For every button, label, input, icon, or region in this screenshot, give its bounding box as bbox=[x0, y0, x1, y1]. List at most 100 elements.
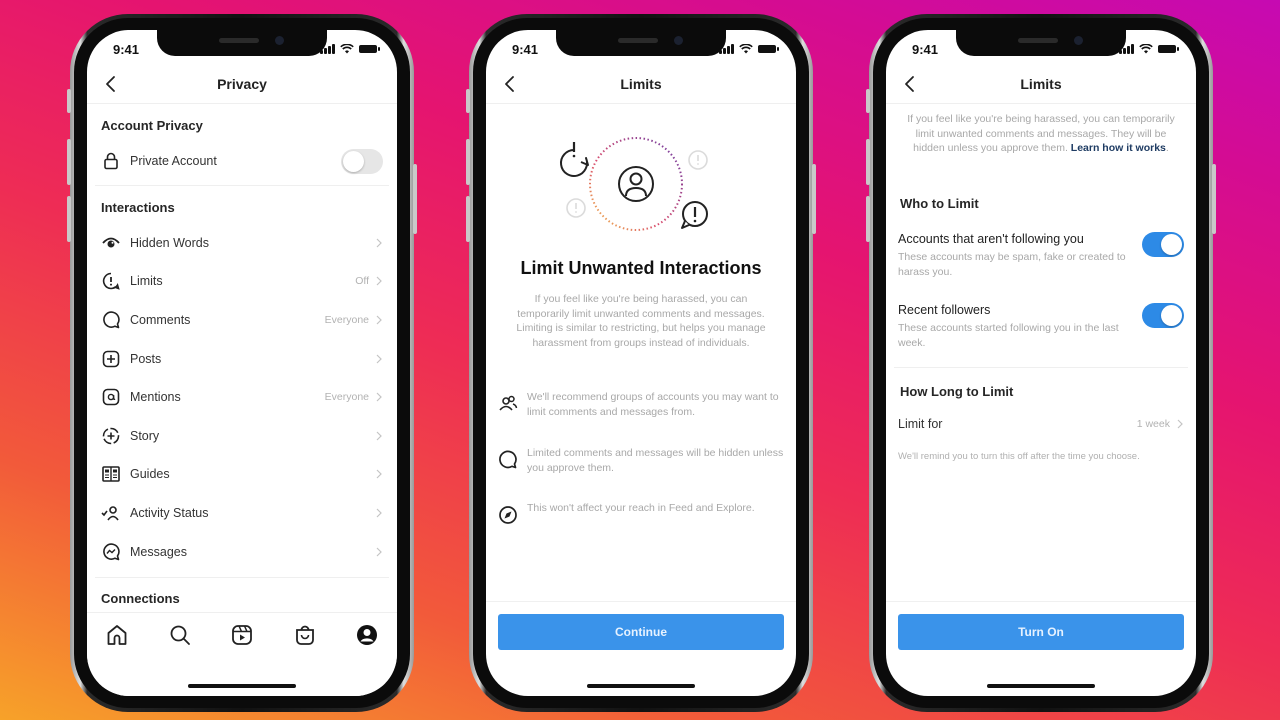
battery-icon bbox=[758, 45, 779, 53]
notch bbox=[956, 30, 1126, 56]
limit-for-row[interactable]: Limit for 1 week bbox=[886, 405, 1196, 444]
section-title-how-long: How Long to Limit bbox=[900, 384, 1014, 399]
row-activity-status[interactable]: Activity Status bbox=[87, 494, 397, 533]
home-indicator bbox=[587, 684, 695, 688]
nav-bar: Limits bbox=[886, 64, 1196, 104]
back-icon[interactable] bbox=[500, 74, 520, 94]
turn-on-button[interactable]: Turn On bbox=[898, 614, 1184, 650]
row-label: Story bbox=[130, 428, 160, 443]
page-title: Limits bbox=[1020, 75, 1062, 92]
guides-icon bbox=[101, 464, 121, 484]
page-title: Limits bbox=[620, 75, 662, 92]
status-time: 9:41 bbox=[113, 41, 140, 57]
learn-how-it-works-link[interactable]: Learn how it works bbox=[1071, 142, 1166, 154]
chevron-right-icon bbox=[376, 431, 382, 441]
continue-button[interactable]: Continue bbox=[498, 614, 784, 650]
limit-description: If you feel like you're being harassed, … bbox=[516, 293, 766, 349]
eye-icon bbox=[101, 233, 121, 253]
row-label: Posts bbox=[130, 351, 162, 366]
row-guides[interactable]: Guides bbox=[87, 455, 397, 494]
power-button bbox=[1212, 164, 1216, 234]
row-posts[interactable]: Posts bbox=[87, 339, 397, 378]
divider bbox=[486, 601, 796, 602]
row-label: Mentions bbox=[130, 390, 181, 405]
option-title: Recent followers bbox=[898, 303, 991, 317]
mute-switch bbox=[466, 89, 470, 113]
recent-followers-toggle[interactable] bbox=[1142, 303, 1184, 328]
phone-limits-settings: 9:41 Limits If you feel like you're bein… bbox=[866, 14, 1216, 712]
activity-status-icon bbox=[101, 503, 121, 523]
limit-for-value: 1 week bbox=[1136, 418, 1170, 431]
private-account-toggle[interactable] bbox=[341, 148, 383, 174]
home-icon[interactable] bbox=[105, 623, 129, 647]
messenger-icon bbox=[101, 542, 121, 562]
status-time: 9:41 bbox=[512, 41, 539, 57]
volume-up-button bbox=[866, 139, 870, 185]
feature-list: We'll recommend groups of accounts you m… bbox=[486, 390, 796, 556]
reels-icon[interactable] bbox=[230, 623, 254, 647]
section-title-who-to-limit: Who to Limit bbox=[900, 196, 979, 211]
privacy-list: Account Privacy Private Account Interact… bbox=[87, 104, 397, 606]
limit-for-label: Limit for bbox=[898, 417, 943, 432]
compass-icon bbox=[499, 506, 517, 524]
row-label: Messages bbox=[130, 544, 187, 559]
option-recent-followers: Recent followers These accounts started … bbox=[886, 303, 1196, 350]
chevron-right-icon bbox=[376, 547, 382, 557]
alert-bubble-icon bbox=[681, 201, 708, 229]
row-private-account: Private Account bbox=[87, 142, 397, 181]
profile-icon[interactable] bbox=[355, 623, 379, 647]
phone-limits-intro: 9:41 Limits Limit Unwanted Interactions … bbox=[466, 14, 816, 712]
chevron-right-icon bbox=[376, 238, 382, 248]
shop-icon[interactable] bbox=[293, 623, 317, 647]
home-indicator bbox=[987, 684, 1095, 688]
period: . bbox=[1165, 142, 1169, 154]
lock-icon bbox=[101, 151, 121, 171]
page-title: Privacy bbox=[217, 75, 267, 92]
accounts-not-following-toggle[interactable] bbox=[1142, 232, 1184, 257]
row-comments[interactable]: Comments Everyone bbox=[87, 301, 397, 340]
wifi-icon bbox=[1139, 44, 1153, 54]
row-label: Limits bbox=[130, 274, 163, 289]
alert-bubble-faded-icon bbox=[688, 150, 708, 170]
row-label: Comments bbox=[130, 313, 191, 328]
row-value: Everyone bbox=[324, 391, 369, 404]
limits-illustration bbox=[560, 137, 708, 231]
notch bbox=[556, 30, 726, 56]
row-value: Off bbox=[355, 275, 369, 288]
people-icon bbox=[499, 395, 518, 411]
back-icon[interactable] bbox=[900, 74, 920, 94]
feature-text: Limited comments and messages will be hi… bbox=[527, 447, 784, 474]
comment-icon bbox=[101, 310, 121, 330]
back-icon[interactable] bbox=[101, 74, 121, 94]
row-story[interactable]: Story bbox=[87, 417, 397, 456]
home-indicator bbox=[188, 684, 296, 688]
row-hidden-words[interactable]: Hidden Words bbox=[87, 224, 397, 263]
status-time: 9:41 bbox=[912, 41, 939, 57]
nav-bar: Privacy bbox=[87, 64, 397, 104]
row-messages[interactable]: Messages bbox=[87, 532, 397, 571]
feature-item: This won't affect your reach in Feed and… bbox=[486, 501, 796, 556]
battery-icon bbox=[359, 45, 380, 53]
limit-heading: Limit Unwanted Interactions bbox=[520, 258, 762, 278]
power-button bbox=[413, 164, 417, 234]
section-title-connections: Connections bbox=[101, 590, 180, 606]
power-button bbox=[812, 164, 816, 234]
feature-item: Limited comments and messages will be hi… bbox=[486, 446, 796, 501]
feature-text: This won't affect your reach in Feed and… bbox=[527, 502, 755, 514]
feature-item: We'll recommend groups of accounts you m… bbox=[486, 390, 796, 446]
row-limits[interactable]: Limits Off bbox=[87, 262, 397, 301]
chevron-right-icon bbox=[376, 315, 382, 325]
alert-bubble-icon bbox=[560, 142, 589, 177]
limits-settings-screen: 9:41 Limits If you feel like you're bein… bbox=[886, 30, 1196, 696]
row-value: Everyone bbox=[324, 314, 369, 327]
wifi-icon bbox=[739, 44, 753, 54]
row-label: Guides bbox=[130, 467, 170, 482]
search-icon[interactable] bbox=[168, 623, 192, 647]
section-title-account-privacy: Account Privacy bbox=[101, 118, 203, 133]
option-subtitle: These accounts started following you in … bbox=[898, 322, 1119, 349]
row-mentions[interactable]: Mentions Everyone bbox=[87, 378, 397, 417]
divider bbox=[886, 601, 1196, 602]
chevron-right-icon bbox=[376, 508, 382, 518]
volume-up-button bbox=[67, 139, 71, 185]
option-accounts-not-following: Accounts that aren't following you These… bbox=[886, 232, 1196, 279]
